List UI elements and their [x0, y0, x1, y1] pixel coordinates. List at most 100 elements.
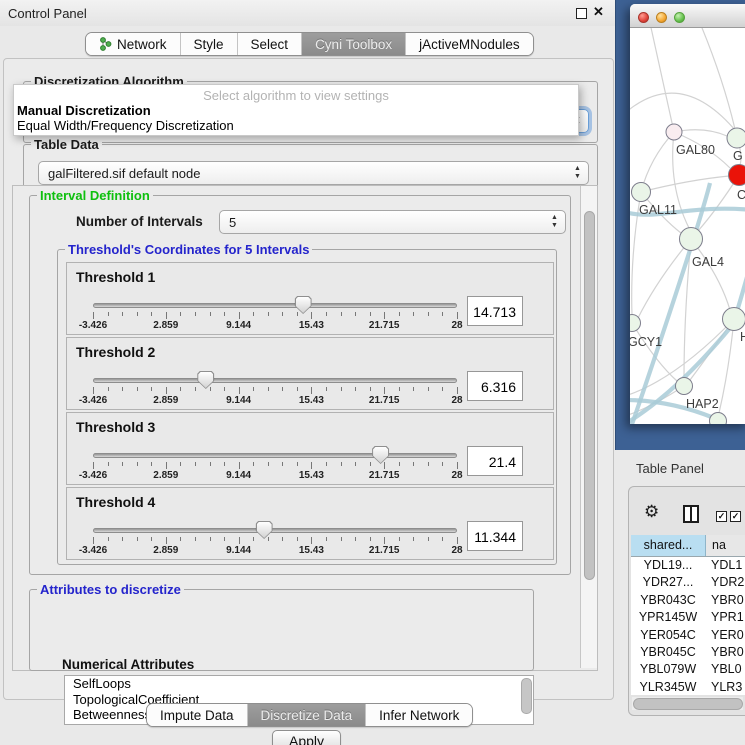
tab-cyni-toolbox[interactable]: Cyni Toolbox — [301, 33, 405, 55]
network-node[interactable] — [680, 228, 703, 251]
threshold-value-field[interactable]: 11.344 — [467, 521, 523, 551]
minimize-traffic-light[interactable] — [656, 12, 667, 23]
slider-tick — [413, 537, 414, 541]
network-node[interactable] — [710, 413, 727, 425]
network-window-titlebar — [630, 4, 745, 28]
slider-tick — [384, 312, 385, 319]
slider-tick — [239, 387, 240, 394]
close-icon[interactable]: ✕ — [593, 4, 604, 20]
table-data-combobox[interactable]: galFiltered.sif default node ▲▼ — [38, 161, 589, 185]
node-label: GCY1 — [630, 335, 662, 349]
network-canvas[interactable]: GAL80GCGAL11GAL4GCY1HHAP2 — [630, 28, 745, 424]
threshold-value-field[interactable]: 14.713 — [467, 296, 523, 326]
slider-tick — [224, 312, 225, 316]
slider-tick — [122, 387, 123, 391]
slider-thumb[interactable] — [197, 371, 214, 389]
tab-discretize-data[interactable]: Discretize Data — [247, 704, 366, 726]
slider-tick — [137, 312, 138, 316]
slider-tick — [93, 537, 94, 544]
table-row[interactable]: YER054CYER0 — [631, 627, 745, 644]
screen: Control Panel ✕ NetworkStyleSelectCyni T… — [0, 0, 745, 745]
network-edge — [700, 28, 737, 138]
slider-tick-label: -3.426 — [79, 395, 107, 406]
table-row[interactable]: YPR145WYPR1 — [631, 609, 745, 626]
columns-icon[interactable] — [683, 505, 699, 523]
table-data-value: galFiltered.sif default node — [48, 166, 200, 181]
slider-tick-label: 15.43 — [299, 320, 324, 331]
list-scrollbar[interactable] — [521, 678, 532, 714]
network-node[interactable] — [727, 128, 745, 148]
slider-tick-label: 21.715 — [369, 395, 400, 406]
attribute-item[interactable]: SelfLoops — [65, 676, 533, 692]
slider-tick — [268, 312, 269, 316]
slider-tick — [210, 312, 211, 316]
network-highlight-edge — [738, 266, 745, 308]
slider-tick — [137, 537, 138, 541]
slider-tick — [341, 462, 342, 466]
tab-select[interactable]: Select — [237, 33, 302, 55]
threshold-label: Threshold 1 — [76, 269, 155, 285]
slider-track[interactable] — [93, 453, 457, 458]
tab-impute-data[interactable]: Impute Data — [147, 704, 247, 726]
header-name[interactable]: na — [706, 535, 745, 556]
slider-tick — [108, 312, 109, 316]
slider-tick — [311, 312, 312, 319]
network-node[interactable] — [729, 165, 745, 186]
network-node[interactable] — [723, 308, 745, 331]
table-row[interactable]: YLR345WYLR3 — [631, 679, 745, 695]
slider-tick — [253, 312, 254, 316]
popup-option-manual[interactable]: Manual Discretization — [14, 103, 578, 118]
threshold-value-field[interactable]: 21.4 — [467, 446, 523, 476]
table-row[interactable]: YBR043CYBR0 — [631, 592, 745, 609]
header-shared-name[interactable]: shared... — [631, 535, 706, 556]
slider-tick — [282, 462, 283, 466]
popup-option-equal-width[interactable]: Equal Width/Frequency Discretization — [14, 118, 578, 133]
scrollbar-thumb[interactable] — [633, 698, 743, 710]
node-table[interactable]: shared... na YDL19...YDL1YDR27...YDR2YBR… — [631, 535, 745, 695]
tab-jactivemnodules[interactable]: jActiveMNodules — [405, 33, 533, 55]
scrollbar-thumb[interactable] — [584, 211, 595, 580]
slider-tick — [195, 387, 196, 391]
slider-tick — [166, 387, 167, 394]
group-title: Table Data — [31, 137, 102, 152]
threshold-label: Threshold 4 — [76, 494, 155, 510]
slider-track[interactable] — [93, 378, 457, 383]
slider-tick — [166, 312, 167, 319]
table-row[interactable]: YDL19...YDL1 — [631, 557, 745, 574]
tab-infer-network[interactable]: Infer Network — [365, 704, 472, 726]
slider-tick — [224, 387, 225, 391]
checkbox-icon[interactable]: ✓ — [730, 511, 741, 522]
slider-tick — [239, 462, 240, 469]
float-window-icon[interactable] — [576, 8, 587, 19]
slider-tick — [370, 387, 371, 391]
slider-track[interactable] — [93, 528, 457, 533]
panel-scrollbar[interactable] — [580, 186, 597, 668]
slider-tick — [224, 462, 225, 466]
threshold-value-field[interactable]: 6.316 — [467, 371, 523, 401]
table-hscrollbar[interactable] — [632, 697, 743, 710]
slider-tick-label: -3.426 — [79, 470, 107, 481]
zoom-traffic-light[interactable] — [674, 12, 685, 23]
slider-tick — [282, 387, 283, 391]
table-row[interactable]: YDR27...YDR2 — [631, 574, 745, 591]
table-header[interactable]: shared... na — [631, 535, 745, 557]
slider-thumb[interactable] — [256, 521, 273, 539]
apply-button[interactable]: Apply — [272, 730, 341, 745]
threshold-panel: Threshold 3-3.4262.8599.14415.4321.71528… — [66, 412, 554, 485]
checkbox-icon[interactable]: ✓ — [716, 511, 727, 522]
slider-tick — [311, 387, 312, 394]
slider-track[interactable] — [93, 303, 457, 308]
slider-thumb[interactable] — [372, 446, 389, 464]
table-row[interactable]: YBR045CYBR0 — [631, 644, 745, 661]
table-row[interactable]: YBL079WYBL0 — [631, 661, 745, 678]
gear-icon[interactable]: ⚙ — [644, 502, 659, 522]
network-node[interactable] — [632, 183, 651, 202]
tab-style[interactable]: Style — [180, 33, 237, 55]
network-node[interactable] — [676, 378, 693, 395]
slider-tick — [399, 387, 400, 391]
number-of-intervals-combobox[interactable]: 5 ▲▼ — [219, 210, 566, 234]
tab-network[interactable]: Network — [86, 33, 180, 55]
close-traffic-light[interactable] — [638, 12, 649, 23]
node-label: H — [740, 330, 745, 344]
network-node[interactable] — [666, 124, 682, 140]
